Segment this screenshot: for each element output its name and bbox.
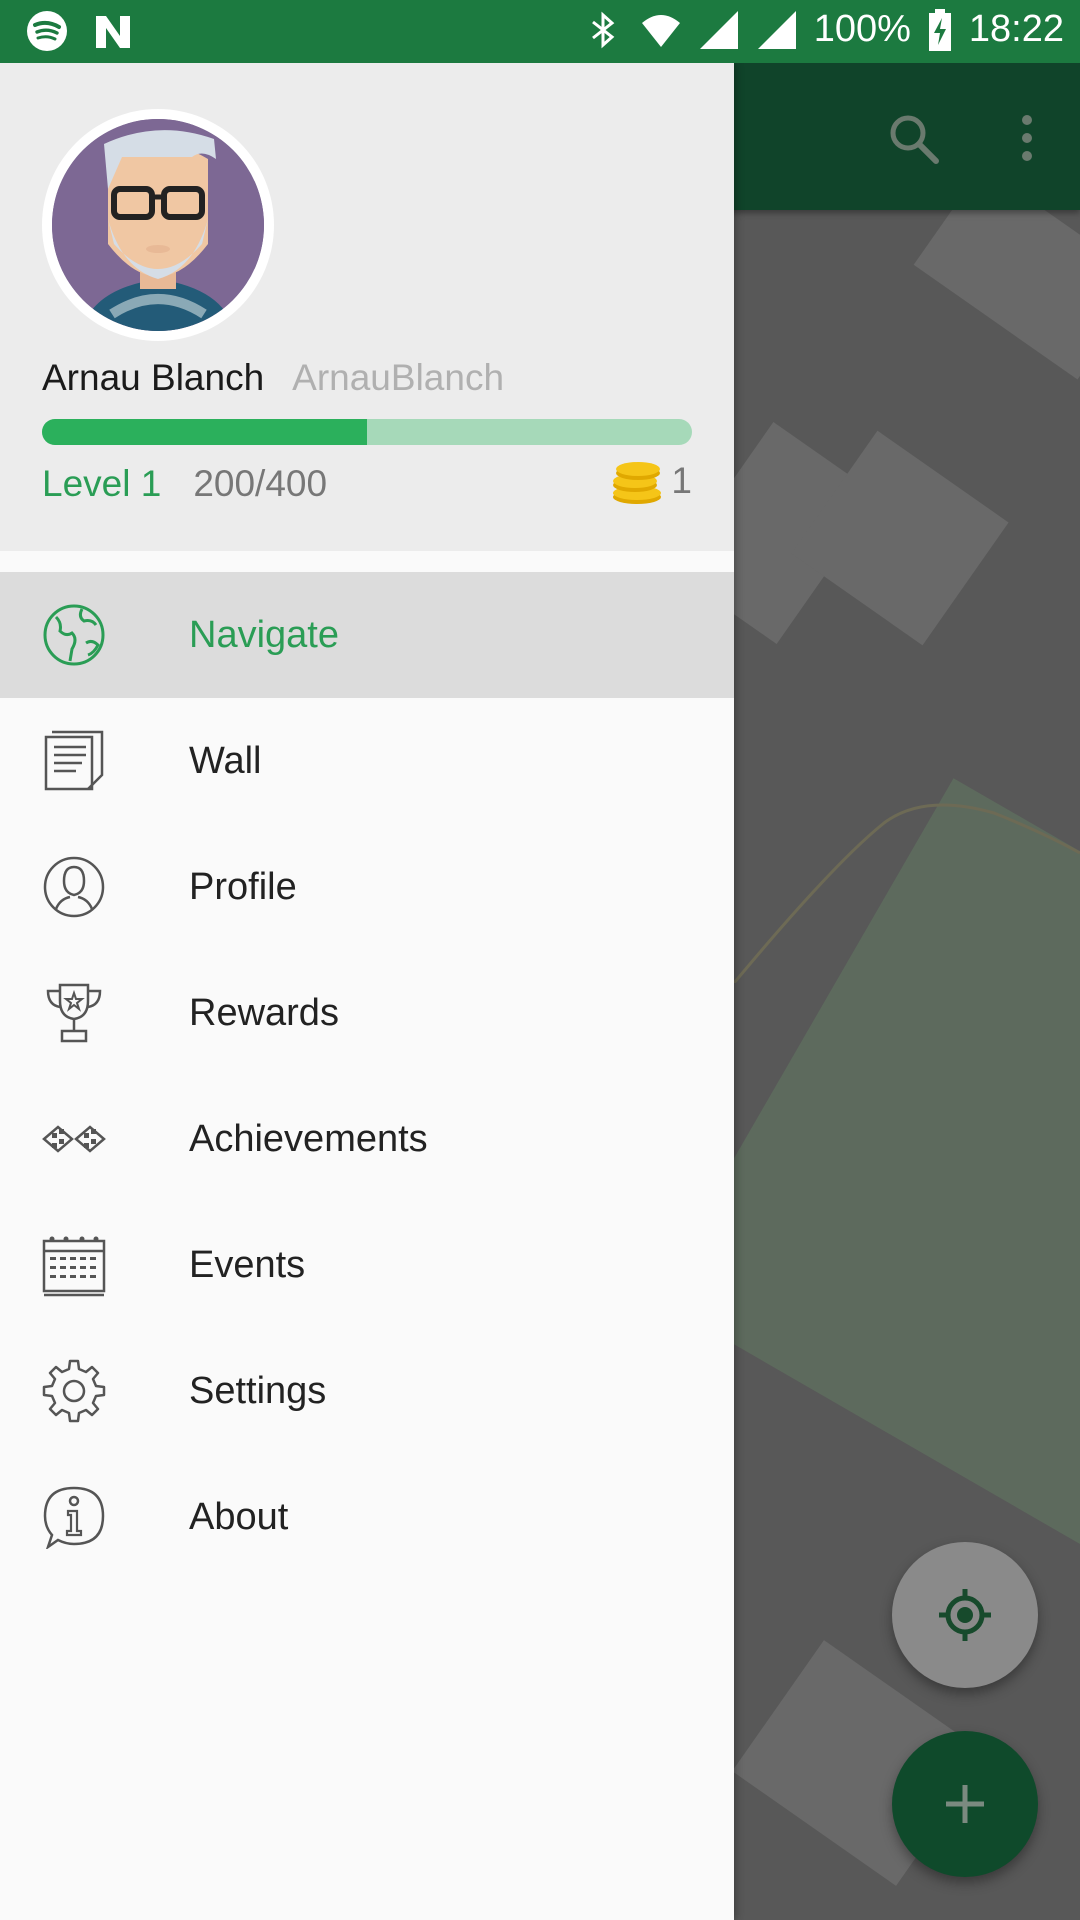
globe-icon	[43, 604, 105, 666]
menu-item-label: Navigate	[189, 613, 339, 656]
bluetooth-icon	[591, 11, 615, 48]
navigation-drawer: Arnau Blanch ArnauBlanch Level 1 200/400…	[0, 63, 734, 1920]
calendar-icon	[42, 1236, 106, 1297]
battery-charging-icon	[928, 8, 951, 51]
menu-item-label: About	[189, 1495, 289, 1538]
xp-value: 200/400	[193, 463, 328, 504]
info-icon	[43, 1486, 105, 1549]
coins-icon	[613, 462, 662, 504]
xp-progress-fill	[42, 419, 367, 445]
user-name-row: Arnau Blanch ArnauBlanch	[42, 357, 504, 399]
menu-item-rewards[interactable]: Rewards	[0, 950, 734, 1076]
menu-item-label: Rewards	[189, 991, 339, 1034]
drawer-header: Arnau Blanch ArnauBlanch Level 1 200/400…	[0, 63, 734, 551]
menu-item-events[interactable]: Events	[0, 1202, 734, 1328]
menu-item-label: Events	[189, 1243, 306, 1286]
menu-item-profile[interactable]: Profile	[0, 824, 734, 950]
user-username: ArnauBlanch	[292, 357, 505, 398]
level-row: Level 1 200/400	[42, 463, 327, 505]
signal-icon	[757, 10, 796, 49]
avatar-illustration	[52, 119, 264, 331]
status-bar: 100% 18:22	[0, 0, 1080, 63]
menu-item-settings[interactable]: Settings	[0, 1328, 734, 1454]
xp-progress-bar	[42, 419, 692, 445]
coins-count: 1	[671, 460, 692, 501]
checkered-flags-icon	[42, 1125, 106, 1153]
avatar[interactable]	[42, 109, 274, 341]
my-location-button[interactable]	[892, 1542, 1038, 1688]
signal-roaming-icon	[699, 10, 738, 49]
more-options-icon[interactable]	[1018, 113, 1036, 163]
menu-item-label: Profile	[189, 865, 297, 908]
search-icon[interactable]	[886, 111, 940, 165]
crosshair-icon	[939, 1589, 991, 1641]
battery-percent: 100%	[813, 8, 911, 50]
person-icon	[43, 856, 105, 918]
menu-item-about[interactable]: About	[0, 1454, 734, 1580]
coins-indicator: 1	[611, 457, 692, 505]
add-button[interactable]	[892, 1731, 1038, 1877]
menu-item-label: Settings	[189, 1369, 327, 1412]
menu-item-label: Wall	[189, 739, 262, 782]
map-road	[734, 803, 1080, 983]
menu-item-wall[interactable]: Wall	[0, 698, 734, 824]
spotify-icon	[27, 11, 67, 51]
menu-item-achievements[interactable]: Achievements	[0, 1076, 734, 1202]
menu-item-label: Achievements	[189, 1117, 428, 1160]
drawer-menu: Navigate Wall Profile Rewards Achievemen…	[0, 572, 734, 1580]
wifi-icon	[641, 14, 680, 47]
trophy-icon	[46, 983, 102, 1043]
gear-icon	[42, 1359, 106, 1423]
n-notification-icon	[96, 16, 130, 48]
user-full-name: Arnau Blanch	[42, 357, 265, 398]
plus-icon	[946, 1785, 984, 1823]
document-icon	[44, 730, 104, 791]
clock: 18:22	[968, 8, 1064, 50]
level-label: Level 1	[42, 463, 162, 504]
menu-item-navigate[interactable]: Navigate	[0, 572, 734, 698]
